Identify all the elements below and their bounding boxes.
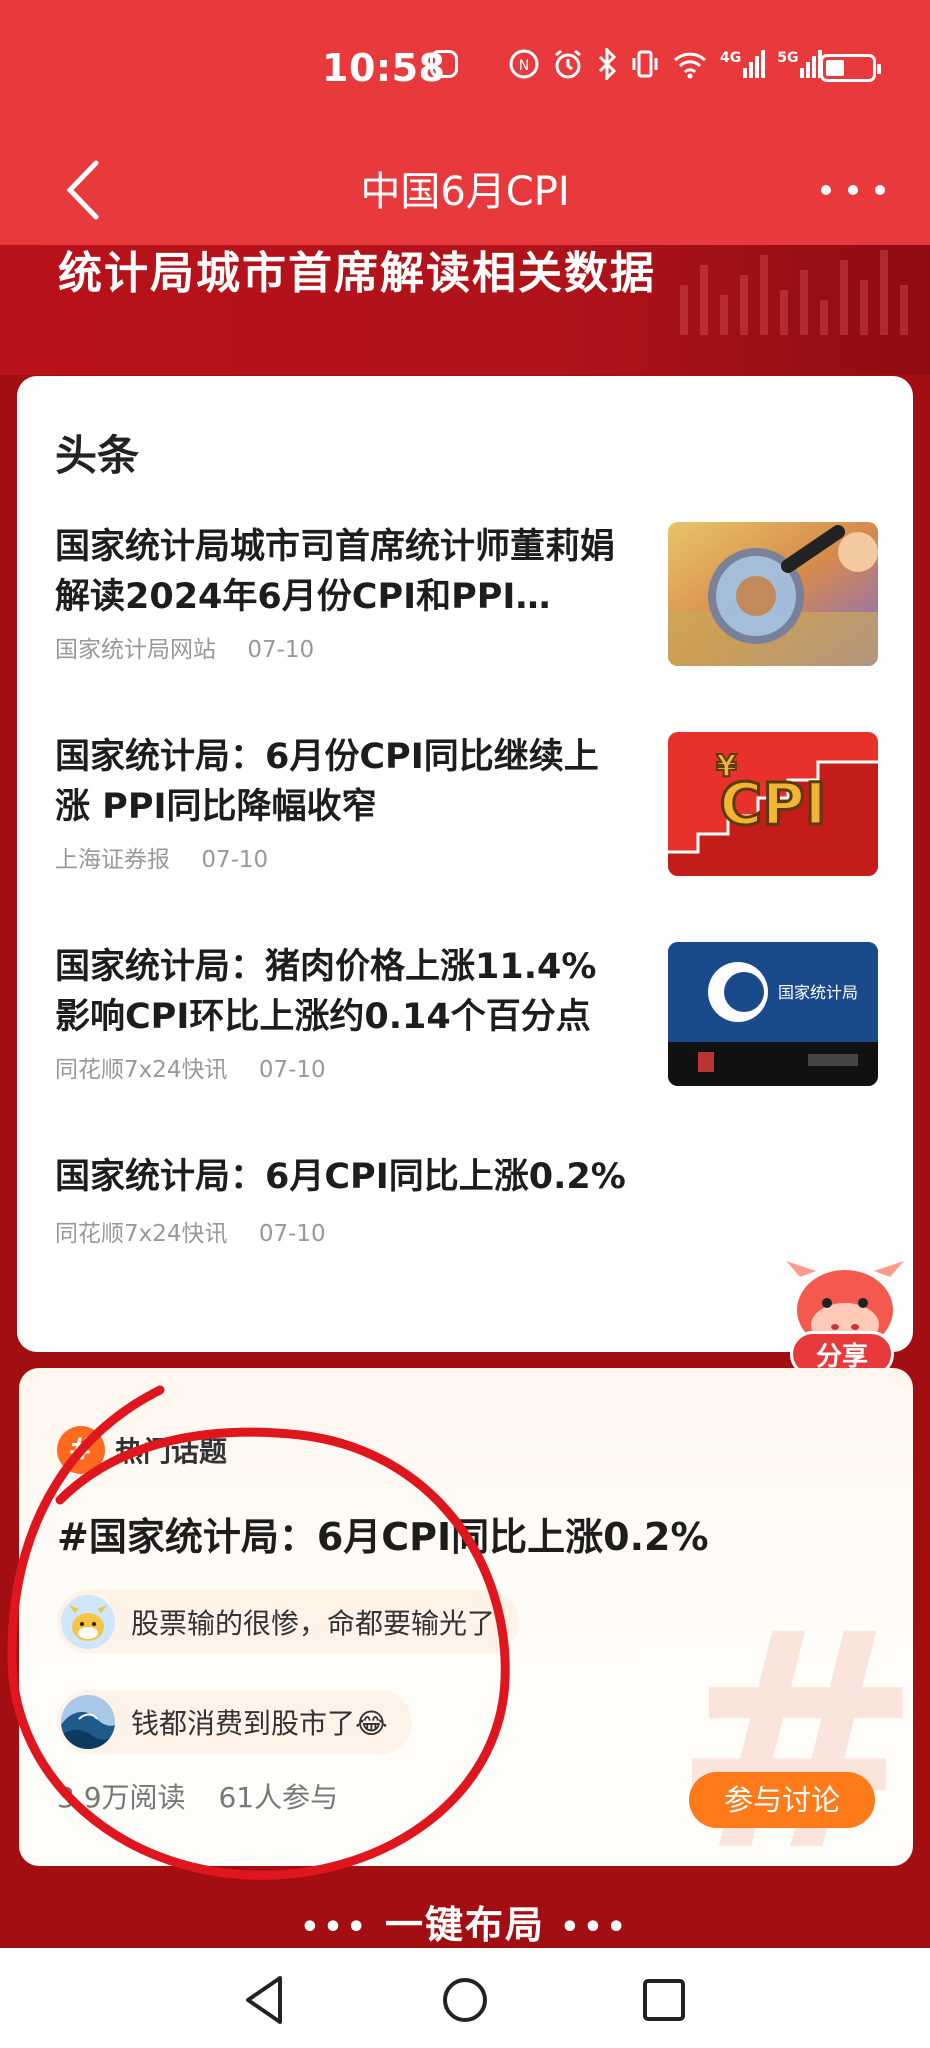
headlines-card: 头条 国家统计局城市司首席统计师董莉娟解读2024年6月份CPI和PPI… 国家… xyxy=(17,376,913,1352)
section-title: 头条 xyxy=(55,431,140,480)
news-item[interactable]: 国家统计局：6月CPI同比上涨0.2% 同花顺7x24快讯 07-10 xyxy=(55,1152,895,1262)
news-source: 同花顺7x24快讯 xyxy=(55,1057,228,1083)
news-date: 07-10 xyxy=(258,1057,326,1083)
nbs-logo-text: 国家统计局 xyxy=(778,983,858,1002)
clock: 10:58 xyxy=(322,46,446,90)
wifi-icon xyxy=(673,52,707,79)
topic-banner: 统计局城市首席解读相关数据 xyxy=(0,245,930,375)
vibrate-icon xyxy=(632,50,658,78)
nav-back-icon[interactable] xyxy=(236,1970,296,2030)
svg-text:N: N xyxy=(519,58,529,74)
battery-icon xyxy=(820,54,881,82)
hot-topic-label: 热门话题 xyxy=(115,1435,228,1468)
news-source: 同花顺7x24快讯 xyxy=(55,1221,228,1247)
hot-topic-card[interactable]: # # 热门话题 #国家统计局：6月CPI同比上涨0.2% 股票输的很惨，命都要… xyxy=(19,1368,913,1866)
5g-signal-icon: 5G xyxy=(777,50,823,78)
news-date: 07-10 xyxy=(258,1221,326,1247)
cpi-stairs-image: CPI ¥ xyxy=(668,732,878,876)
topic-title[interactable]: #国家统计局：6月CPI同比上涨0.2% xyxy=(57,1506,709,1561)
news-title: 国家统计局：6月份CPI同比继续上涨 PPI同比降幅收窄 xyxy=(55,737,599,827)
topic-stats: 3.9万阅读 61人参与 xyxy=(57,1776,338,1816)
magnifier-on-money-image xyxy=(668,522,878,666)
one-click-layout-button[interactable]: ••• 一键布局 ••• xyxy=(0,1894,930,1949)
svg-text:¥: ¥ xyxy=(716,749,737,784)
participant-count: 61人参与 xyxy=(218,1781,339,1814)
read-count: 3.9万阅读 xyxy=(57,1781,186,1814)
banner-title: 统计局城市首席解读相关数据 xyxy=(58,248,656,299)
cow-avatar xyxy=(61,1595,115,1649)
news-item[interactable]: 国家统计局：猪肉价格上涨11.4% 影响CPI环比上涨约0.14个百分点 同花顺… xyxy=(55,942,895,1122)
alarm-icon xyxy=(555,49,581,79)
decor-dots-right: ••• xyxy=(560,1910,630,1945)
news-title: 国家统计局城市司首席统计师董莉娟解读2024年6月份CPI和PPI… xyxy=(55,527,616,617)
more-menu-button[interactable] xyxy=(816,171,890,207)
comment-bubble: 股票输的很惨，命都要输光了 xyxy=(57,1590,520,1654)
status-bar: 10:58 N 4G 5G xyxy=(0,0,930,135)
wave-avatar xyxy=(61,1695,115,1749)
status-icons: N 4G 5G xyxy=(508,48,823,80)
news-title: 国家统计局：猪肉价格上涨11.4% 影响CPI环比上涨约0.14个百分点 xyxy=(55,947,597,1037)
news-source: 上海证券报 xyxy=(55,847,170,873)
4g-signal-icon: 4G xyxy=(720,50,766,78)
system-nav-bar xyxy=(0,1948,930,2048)
news-date: 07-10 xyxy=(201,847,269,873)
comment-bubble: 钱都消费到股市了😂 xyxy=(57,1690,412,1754)
bluetooth-icon xyxy=(598,48,617,80)
hashtag-icon: # xyxy=(57,1426,105,1474)
news-title: 国家统计局：6月CPI同比上涨0.2% xyxy=(55,1157,626,1197)
more-dots-icon xyxy=(821,185,885,195)
comment-text: 钱都消费到股市了😂 xyxy=(131,1707,388,1740)
cta-label: 一键布局 xyxy=(384,1903,545,1947)
comment-text: 股票输的很惨，命都要输光了 xyxy=(131,1607,496,1640)
news-date: 07-10 xyxy=(247,637,315,663)
wechat-notification-icon xyxy=(430,50,458,78)
nbs-press-conference-image: 国家统计局 xyxy=(668,942,878,1086)
news-meta: 同花顺7x24快讯 07-10 xyxy=(55,1214,895,1248)
news-item[interactable]: 国家统计局城市司首席统计师董莉娟解读2024年6月份CPI和PPI… 国家统计局… xyxy=(55,522,895,702)
title-bar: 中国6月CPI xyxy=(0,135,930,245)
nfc-icon: N xyxy=(509,49,539,79)
join-discussion-button[interactable]: 参与讨论 xyxy=(689,1772,875,1828)
decor-dots-left: ••• xyxy=(300,1910,370,1945)
nav-home-icon[interactable] xyxy=(435,1970,495,2030)
nav-recents-icon[interactable] xyxy=(634,1970,694,2030)
news-item[interactable]: 国家统计局：6月份CPI同比继续上涨 PPI同比降幅收窄 上海证券报 07-10… xyxy=(55,732,895,912)
stock-chart-decoration xyxy=(680,250,908,335)
page-title: 中国6月CPI xyxy=(360,169,570,215)
news-source: 国家统计局网站 xyxy=(55,637,216,663)
